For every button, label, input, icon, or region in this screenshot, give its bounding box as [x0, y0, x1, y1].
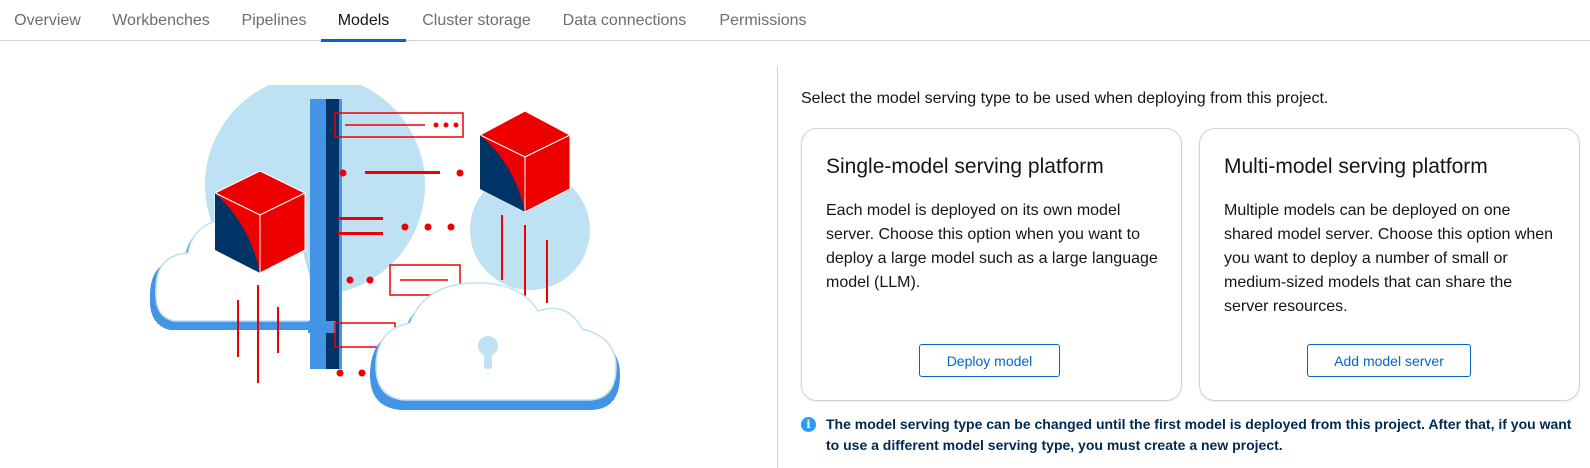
- single-model-serving-card[interactable]: Single-model serving platform Each model…: [801, 128, 1182, 401]
- deploy-model-button[interactable]: Deploy model: [919, 344, 1060, 377]
- card-title: Single-model serving platform: [826, 155, 1104, 178]
- card-description: Each model is deployed on its own model …: [826, 202, 1158, 291]
- serving-type-intro: Select the model serving type to be used…: [801, 90, 1329, 107]
- vertical-divider: [777, 66, 778, 468]
- tab-data-connections[interactable]: Data connections: [553, 0, 696, 41]
- tab-workbenches[interactable]: Workbenches: [100, 0, 222, 41]
- multi-model-serving-card[interactable]: Multi-model serving platform Multiple mo…: [1199, 128, 1580, 401]
- tab-overview[interactable]: Overview: [0, 0, 95, 41]
- card-description: Multiple models can be deployed on one s…: [1224, 202, 1554, 315]
- tab-models[interactable]: Models: [321, 0, 406, 42]
- card-title: Multi-model serving platform: [1224, 155, 1488, 178]
- tab-pipelines[interactable]: Pipelines: [228, 0, 320, 41]
- tab-cluster-storage[interactable]: Cluster storage: [414, 0, 539, 41]
- add-model-server-button[interactable]: Add model server: [1307, 344, 1471, 377]
- project-tabs: Overview Workbenches Pipelines Models Cl…: [0, 0, 1590, 42]
- info-text: The model serving type can be changed un…: [826, 416, 1572, 453]
- tab-permissions[interactable]: Permissions: [712, 0, 814, 41]
- model-serving-illustration: [130, 75, 640, 415]
- info-icon: i: [801, 417, 816, 432]
- front-cloud: [370, 282, 620, 410]
